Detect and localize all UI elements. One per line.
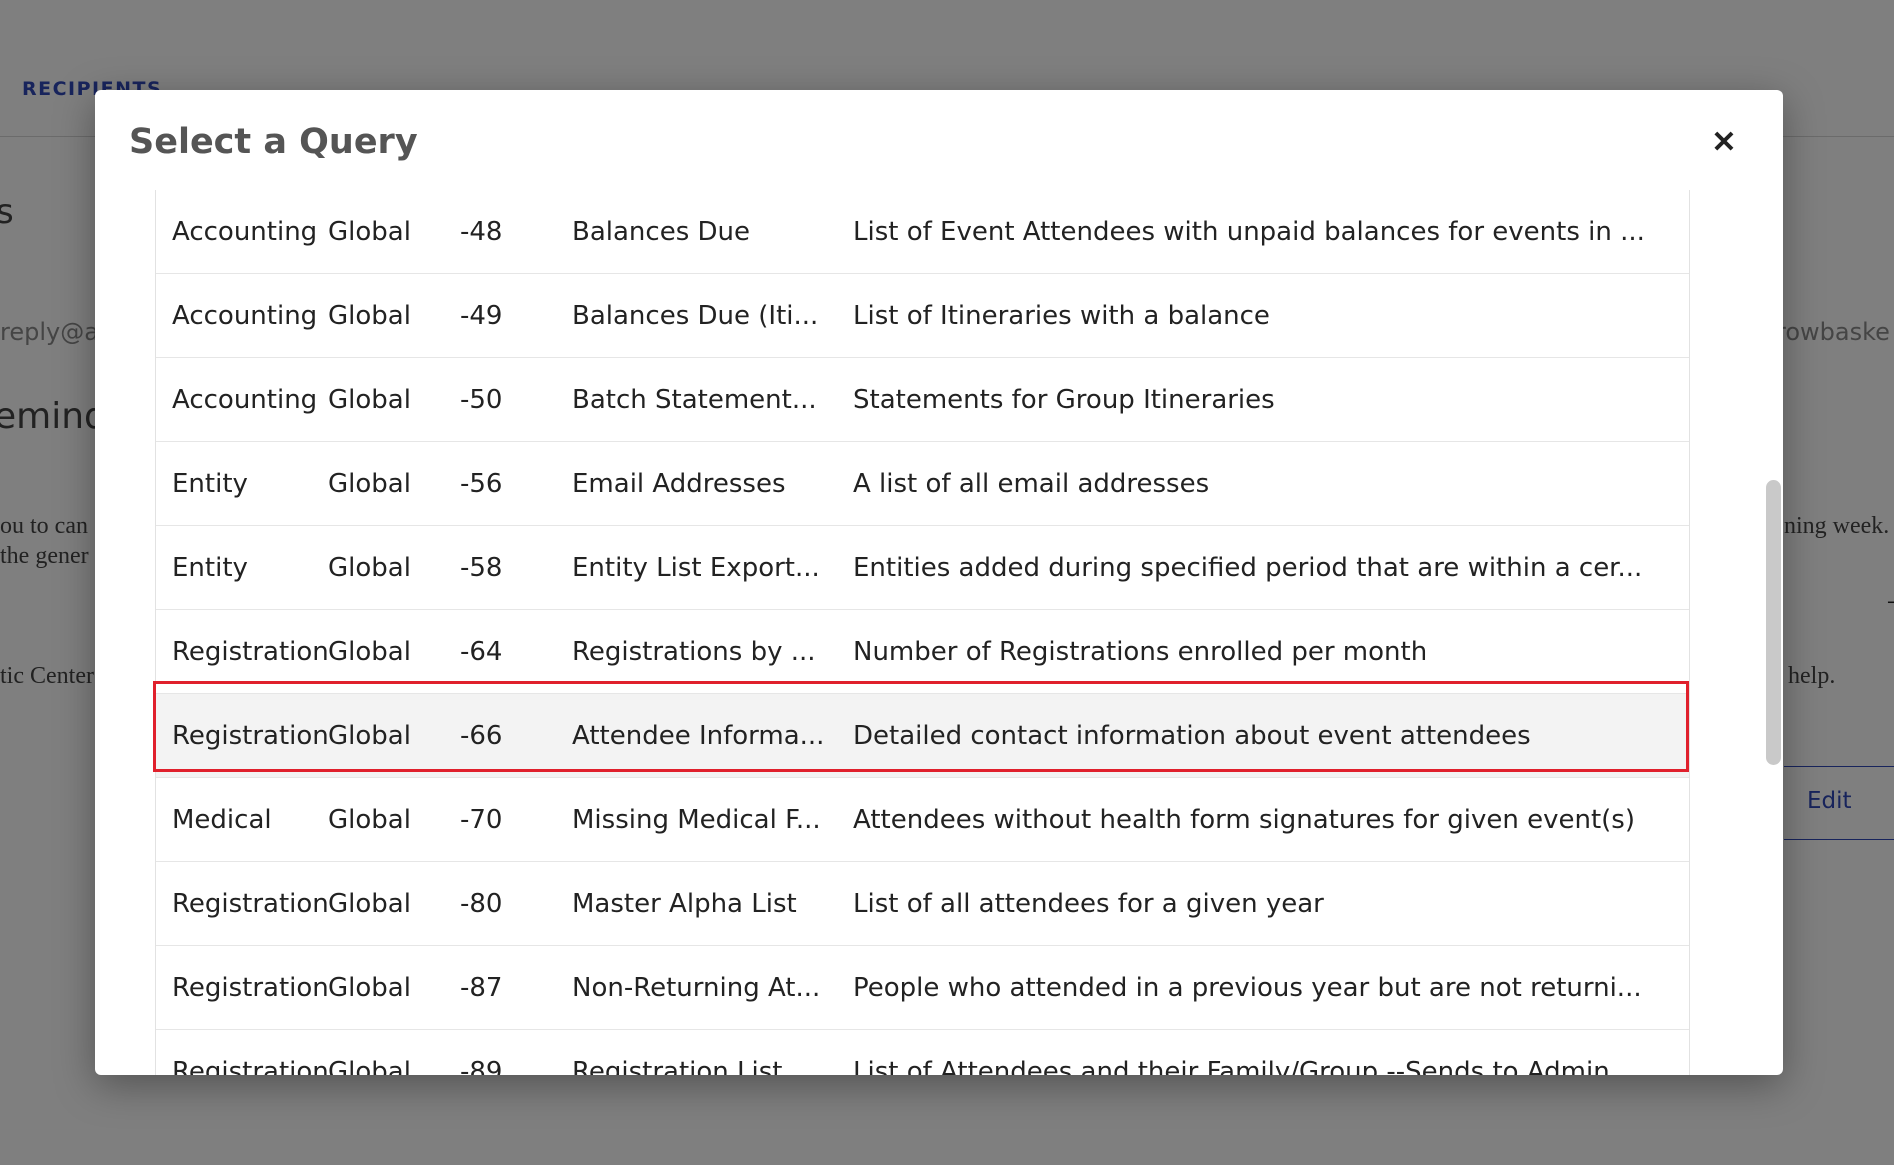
query-scope: Global [328, 273, 460, 358]
query-description: List of all attendees for a given year [853, 861, 1689, 946]
query-description: Detailed contact information about event… [853, 693, 1689, 778]
query-scope: Global [328, 357, 460, 442]
query-category: Registration [156, 693, 328, 778]
query-id: -58 [460, 525, 572, 610]
query-scope: Global [328, 1029, 460, 1075]
modal-header: Select a Query ✕ [95, 90, 1783, 190]
query-table: Accounting Global -48 Balances Due List of E… [156, 190, 1689, 1075]
modal-title: Select a Query [129, 122, 418, 162]
query-scope: Global [328, 777, 460, 862]
query-row[interactable]: Medical Global -70 Missing Medical F... Atte… [156, 777, 1689, 862]
query-scope: Global [328, 861, 460, 946]
query-row[interactable]: Entity Global -56 Email Addresses A list of … [156, 441, 1689, 526]
query-description: People who attended in a previous year b… [853, 945, 1689, 1030]
query-row[interactable]: Accounting Global -48 Balances Due List of E… [156, 190, 1689, 274]
select-query-dialog: Select a Query ✕ Accounting Global -48 Bala… [95, 90, 1783, 1075]
query-name: Attendee Informa... [572, 693, 853, 778]
query-row[interactable]: Registration Global -87 Non-Returning At...… [156, 945, 1689, 1030]
query-row[interactable]: Registration Global -89 Registration List .… [156, 1029, 1689, 1075]
query-id: -48 [460, 190, 572, 274]
query-name: Registrations by ... [572, 609, 853, 694]
query-name: Master Alpha List [572, 861, 853, 946]
query-row[interactable]: Registration Global -66 Attendee Informa...… [156, 693, 1689, 778]
query-name: Balances Due [572, 190, 853, 274]
query-description: Entities added during specified period t… [853, 525, 1689, 610]
query-scope: Global [328, 441, 460, 526]
query-category: Accounting [156, 357, 328, 442]
query-description: Statements for Group Itineraries [853, 357, 1689, 442]
query-id: -80 [460, 861, 572, 946]
query-scope: Global [328, 945, 460, 1030]
query-row[interactable]: Registration Global -80 Master Alpha List Li… [156, 861, 1689, 946]
query-id: -66 [460, 693, 572, 778]
query-name: Email Addresses [572, 441, 853, 526]
query-category: Registration [156, 609, 328, 694]
query-id: -56 [460, 441, 572, 526]
query-description: A list of all email addresses [853, 441, 1689, 526]
query-category: Registration [156, 1029, 328, 1075]
query-category: Entity [156, 441, 328, 526]
query-id: -49 [460, 273, 572, 358]
query-description: Number of Registrations enrolled per mon… [853, 609, 1689, 694]
query-category: Registration [156, 861, 328, 946]
query-category: Registration [156, 945, 328, 1030]
query-id: -87 [460, 945, 572, 1030]
query-id: -50 [460, 357, 572, 442]
query-category: Accounting [156, 273, 328, 358]
query-table-wrapper: Accounting Global -48 Balances Due List of E… [155, 190, 1690, 1075]
query-description: Attendees without health form signatures… [853, 777, 1689, 862]
query-scope: Global [328, 190, 460, 274]
query-name: Non-Returning At... [572, 945, 853, 1030]
query-name: Registration List ... [572, 1029, 853, 1075]
query-row[interactable]: Accounting Global -49 Balances Due (Iti... L… [156, 273, 1689, 358]
query-scope: Global [328, 693, 460, 778]
query-list: Accounting Global -48 Balances Due List of E… [95, 190, 1783, 1075]
query-name: Batch Statement... [572, 357, 853, 442]
query-row[interactable]: Accounting Global -50 Batch Statement... Sta… [156, 357, 1689, 442]
query-category: Medical [156, 777, 328, 862]
query-id: -64 [460, 609, 572, 694]
query-row[interactable]: Registration Global -64 Registrations by ..… [156, 609, 1689, 694]
scrollbar-thumb[interactable] [1766, 480, 1781, 765]
query-category: Entity [156, 525, 328, 610]
query-scope: Global [328, 525, 460, 610]
query-row[interactable]: Entity Global -58 Entity List Export... Enti… [156, 525, 1689, 610]
query-description: List of Event Attendees with unpaid bala… [853, 190, 1689, 274]
query-id: -89 [460, 1029, 572, 1075]
query-scope: Global [328, 609, 460, 694]
query-description: List of Attendees and their Family/Group… [853, 1029, 1689, 1075]
query-name: Missing Medical F... [572, 777, 853, 862]
query-name: Entity List Export... [572, 525, 853, 610]
close-icon[interactable]: ✕ [1704, 123, 1744, 163]
query-category: Accounting [156, 190, 328, 274]
query-id: -70 [460, 777, 572, 862]
query-description: List of Itineraries with a balance [853, 273, 1689, 358]
query-name: Balances Due (Iti... [572, 273, 853, 358]
